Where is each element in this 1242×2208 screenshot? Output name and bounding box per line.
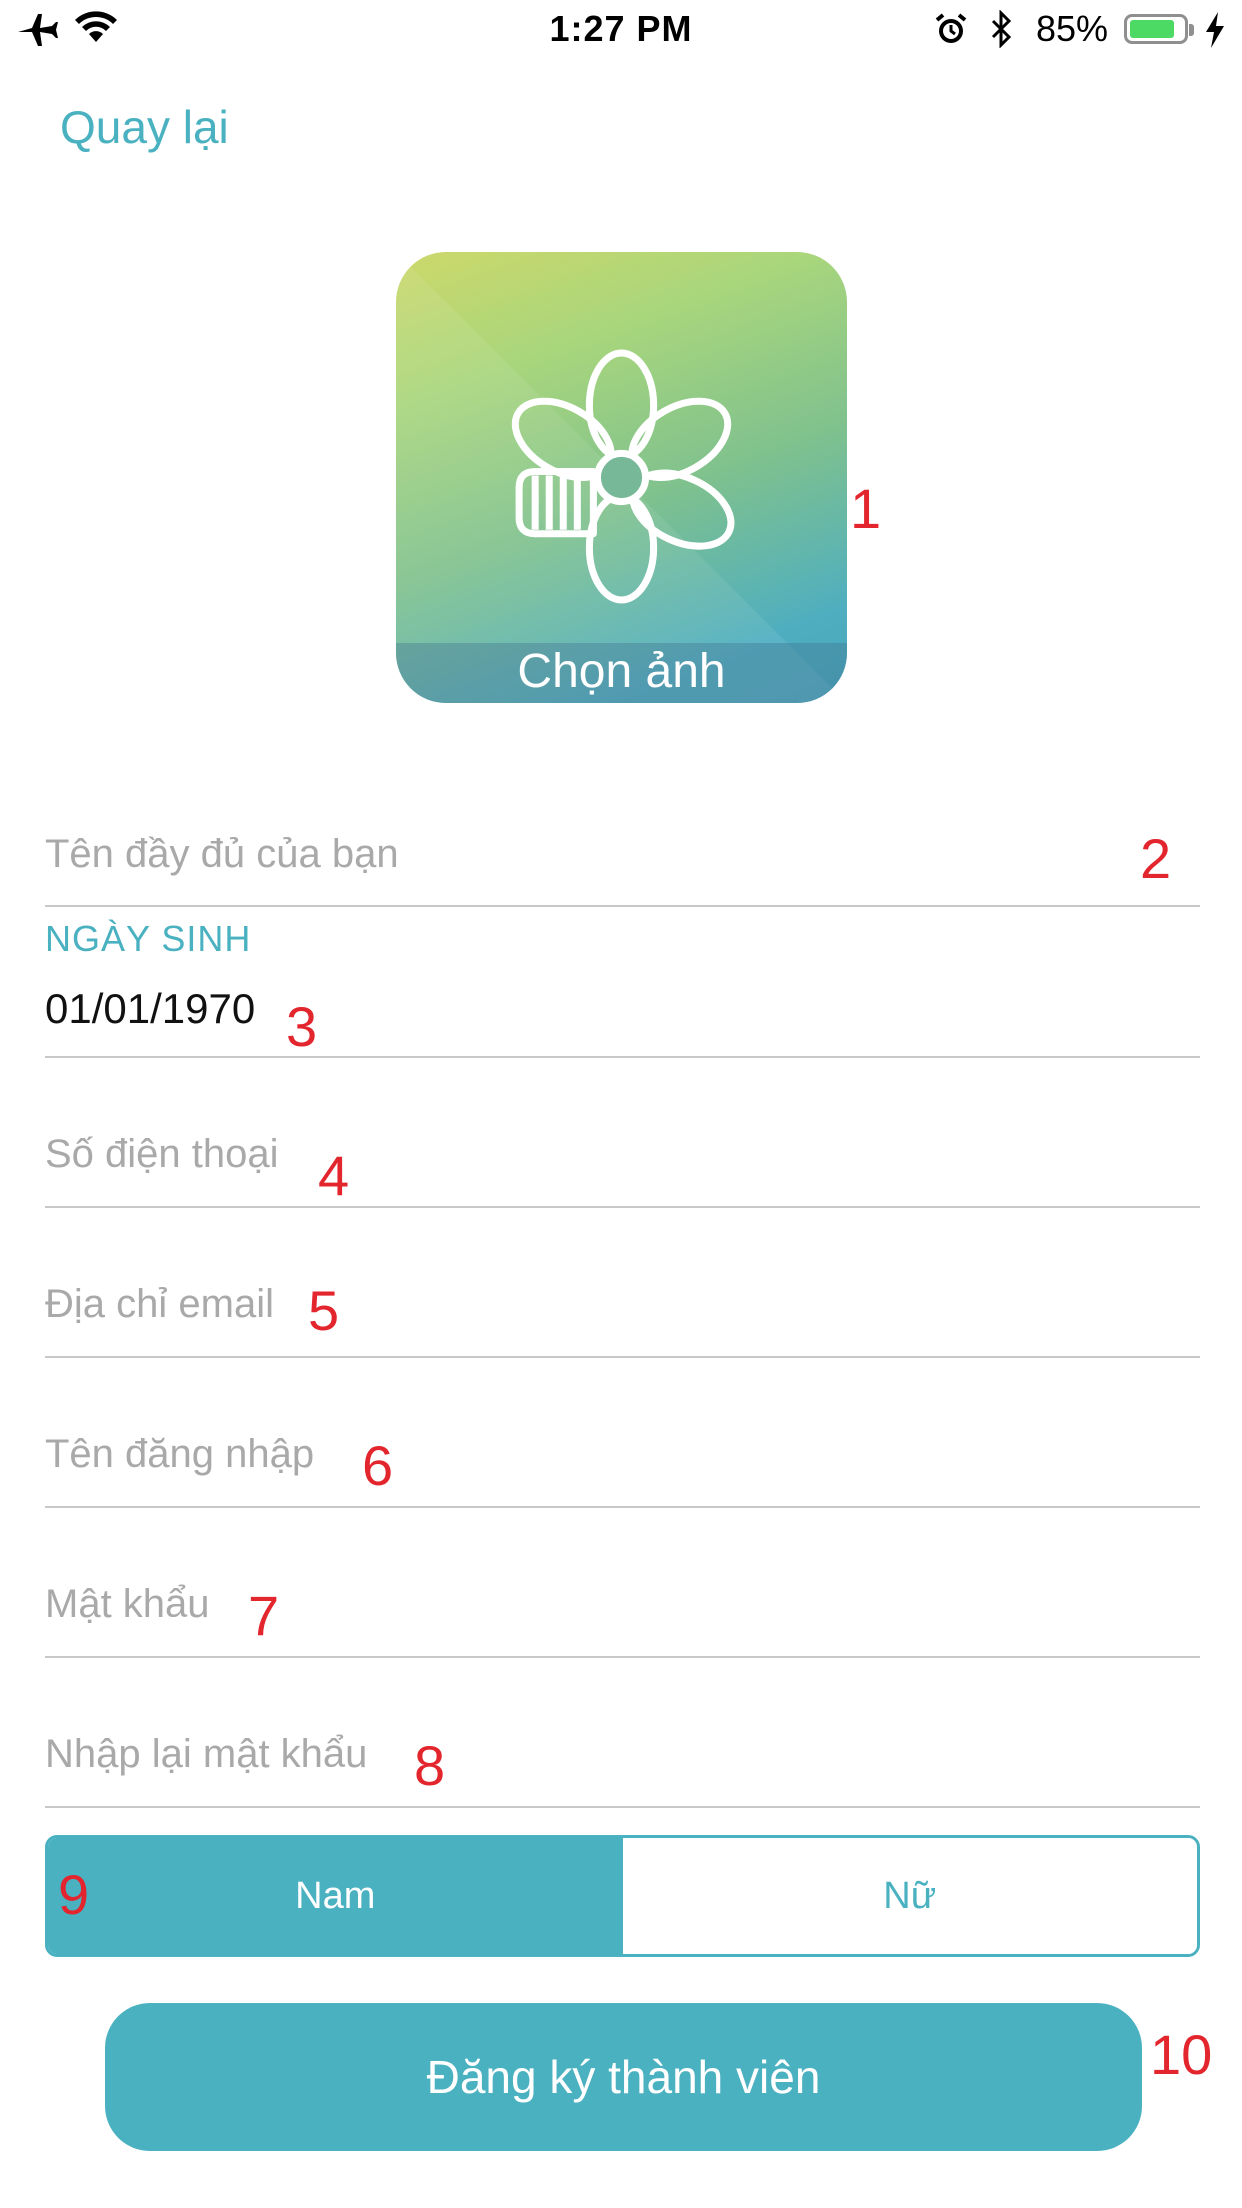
email-underline	[45, 1356, 1200, 1358]
fullname-input[interactable]: Tên đầy đủ của bạn	[45, 832, 399, 877]
bluetooth-icon	[991, 10, 1012, 48]
password-confirm-underline	[45, 1806, 1200, 1808]
fullname-underline	[45, 905, 1200, 907]
username-input[interactable]: Tên đăng nhập	[45, 1432, 314, 1477]
annotation-8: 8	[414, 1734, 446, 1797]
battery-level	[1130, 20, 1174, 38]
avatar-picker[interactable]: Chọn ảnh	[396, 252, 847, 703]
charging-bolt-icon	[1206, 12, 1224, 48]
annotation-9: 9	[58, 1863, 90, 1926]
annotation-7: 7	[248, 1584, 280, 1647]
annotation-2: 2	[1140, 827, 1172, 890]
dob-field[interactable]: 01/01/1970	[45, 985, 255, 1033]
battery-percent: 85%	[1036, 8, 1109, 49]
annotation-5: 5	[308, 1279, 340, 1342]
gender-option-female[interactable]: Nữ	[622, 1838, 1197, 1954]
status-bar: 1:27 PM 85%	[0, 0, 1242, 60]
gender-option-male[interactable]: Nam	[48, 1838, 623, 1954]
email-input[interactable]: Địa chỉ email	[45, 1282, 274, 1327]
battery-cap	[1189, 24, 1194, 36]
annotation-4: 4	[318, 1144, 350, 1207]
annotation-6: 6	[362, 1434, 394, 1497]
flower-icon	[511, 349, 735, 604]
password-underline	[45, 1656, 1200, 1658]
phone-input[interactable]: Số điện thoại	[45, 1132, 279, 1177]
back-button[interactable]: Quay lại	[60, 100, 229, 154]
dob-label: NGÀY SINH	[45, 918, 252, 959]
phone-underline	[45, 1206, 1200, 1208]
avatar-label: Chọn ảnh	[517, 645, 726, 698]
annotation-3: 3	[286, 995, 318, 1058]
password-input[interactable]: Mật khẩu	[45, 1582, 210, 1627]
annotation-1: 1	[850, 477, 882, 540]
alarm-icon	[935, 13, 967, 43]
username-underline	[45, 1506, 1200, 1508]
battery-icon	[1124, 14, 1188, 44]
password-confirm-input[interactable]: Nhập lại mật khẩu	[45, 1732, 367, 1777]
register-button[interactable]: Đăng ký thành viên	[105, 2003, 1142, 2151]
annotation-10: 10	[1150, 2023, 1213, 2086]
dob-underline	[45, 1056, 1200, 1058]
gender-segmented-control[interactable]: Nam Nữ	[45, 1835, 1200, 1957]
